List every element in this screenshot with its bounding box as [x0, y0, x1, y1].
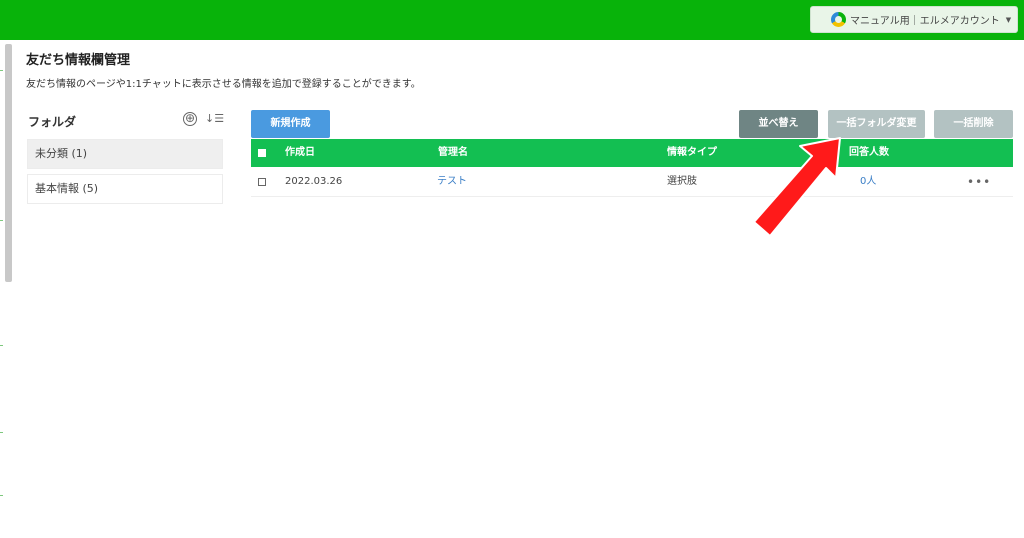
account-label: マニュアル用｜エルメアカウント	[850, 16, 1000, 27]
annotation-arrow	[753, 137, 841, 237]
account-switcher-button[interactable]: マニュアル用｜エルメアカウント ▼	[810, 6, 1018, 33]
column-header-type[interactable]: 情報タイプ	[667, 139, 717, 167]
row-created-date: 2022.03.26	[285, 176, 343, 187]
column-header-answers[interactable]: 回答人数	[849, 139, 889, 167]
folder-item-uncategorized[interactable]: 未分類 (1)	[27, 139, 223, 169]
page-description: 友だち情報のページや1:1チャットに表示させる情報を追加で登録することができます…	[26, 79, 421, 90]
row-answer-count-link[interactable]: 0人	[860, 167, 876, 197]
sort-folders-icon[interactable]: ↓☰	[205, 112, 224, 125]
chevron-down-icon: ▼	[1005, 15, 1012, 24]
scrollbar-thumb[interactable]	[5, 44, 12, 282]
column-header-name[interactable]: 管理名	[438, 139, 468, 167]
bulk-delete-button[interactable]: 一括削除	[934, 110, 1013, 138]
lme-logo-icon	[831, 12, 846, 27]
annotation-arrow-shape	[753, 137, 841, 237]
add-folder-icon[interactable]: ⊕	[183, 112, 197, 126]
row-more-menu-icon[interactable]: •••	[967, 167, 991, 197]
row-name-link[interactable]: テスト	[437, 167, 467, 197]
row-info-type: 選択肢	[667, 176, 697, 187]
scroll-marker	[0, 345, 3, 346]
column-header-created[interactable]: 作成日	[285, 139, 315, 167]
row-checkbox[interactable]	[258, 178, 266, 186]
page-title: 友だち情報欄管理	[26, 53, 131, 68]
folder-item-basic-info[interactable]: 基本情報 (5)	[27, 174, 223, 204]
table-row: 2022.03.26 テスト 選択肢 0人 •••	[251, 167, 1013, 197]
scroll-marker	[0, 70, 3, 71]
scroll-marker	[0, 432, 3, 433]
folder-heading: フォルダ	[28, 115, 77, 129]
scroll-marker	[0, 495, 3, 496]
new-item-button[interactable]: 新規作成	[251, 110, 330, 138]
select-all-checkbox[interactable]	[258, 149, 266, 157]
left-scrollbar[interactable]	[0, 40, 15, 538]
scroll-marker	[0, 220, 3, 221]
table-header: 作成日 管理名 情報タイプ 回答人数	[251, 139, 1013, 167]
top-bar: マニュアル用｜エルメアカウント ▼	[0, 0, 1024, 40]
